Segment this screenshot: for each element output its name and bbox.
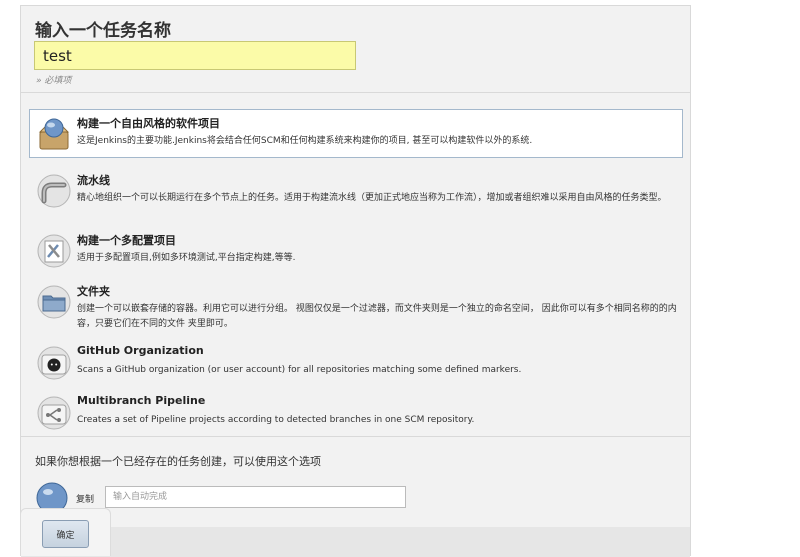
pipeline-icon (36, 173, 72, 209)
item-name-section: 输入一个任务名称 » 必填项 (21, 6, 690, 93)
item-type-title: 文件夹 (77, 285, 110, 298)
copy-existing-heading: 如果你想根据一个已经存在的任务创建，可以使用这个选项 (35, 455, 321, 468)
ok-button-area: 确定 (20, 508, 111, 556)
item-type-description: Creates a set of Pipeline projects accor… (77, 415, 475, 425)
item-type-description: Scans a GitHub organization (or user acc… (77, 365, 522, 375)
ok-button[interactable]: 确定 (42, 520, 89, 548)
item-name-heading: 输入一个任务名称 (35, 21, 171, 41)
item-type-description: 适用于多配置项目,例如多环境测试,平台指定构建,等等. (77, 253, 296, 263)
folder-icon (36, 284, 72, 320)
item-type-multi-configuration[interactable]: 构建一个多配置项目 适用于多配置项目,例如多环境测试,平台指定构建,等等. (29, 226, 683, 272)
freestyle-project-icon (36, 116, 72, 152)
item-name-input[interactable] (34, 41, 356, 70)
github-organization-icon (36, 345, 72, 381)
item-type-title: 构建一个多配置项目 (77, 234, 176, 247)
item-type-description: 这是Jenkins的主要功能.Jenkins将会结合任何SCM和任何构建系统来构… (77, 136, 533, 146)
new-item-panel: 输入一个任务名称 » 必填项 构建一个自由风格的软件项目 这是Jenkins的主… (20, 5, 691, 557)
item-type-multibranch-pipeline[interactable]: Multibranch Pipeline Creates a set of Pi… (29, 388, 683, 433)
required-note: » 必填项 (36, 76, 72, 86)
bottom-bar (21, 527, 690, 557)
copy-from-label: 复制 (76, 495, 95, 505)
item-type-title: GitHub Organization (77, 344, 204, 357)
multibranch-pipeline-icon (36, 395, 72, 431)
copy-from-input[interactable] (105, 486, 406, 508)
item-type-title: Multibranch Pipeline (77, 394, 206, 407)
item-type-folder[interactable]: 文件夹 创建一个可以嵌套存储的容器。利用它可以进行分组。 视图仅仅是一个过滤器，… (29, 277, 683, 331)
item-type-title: 构建一个自由风格的软件项目 (77, 117, 220, 130)
item-type-description: 精心地组织一个可以长期运行在多个节点上的任务。适用于构建流水线（更加正式地应当称… (77, 193, 667, 203)
multi-configuration-icon (36, 233, 72, 269)
item-type-description: 创建一个可以嵌套存储的容器。利用它可以进行分组。 视图仅仅是一个过滤器，而文件夹… (77, 304, 677, 329)
item-type-pipeline[interactable]: 流水线 精心地组织一个可以长期运行在多个节点上的任务。适用于构建流水线（更加正式… (29, 166, 683, 219)
item-type-github-organization[interactable]: GitHub Organization Scans a GitHub organ… (29, 338, 683, 383)
item-type-title: 流水线 (77, 174, 110, 187)
item-type-freestyle[interactable]: 构建一个自由风格的软件项目 这是Jenkins的主要功能.Jenkins将会结合… (29, 109, 683, 158)
